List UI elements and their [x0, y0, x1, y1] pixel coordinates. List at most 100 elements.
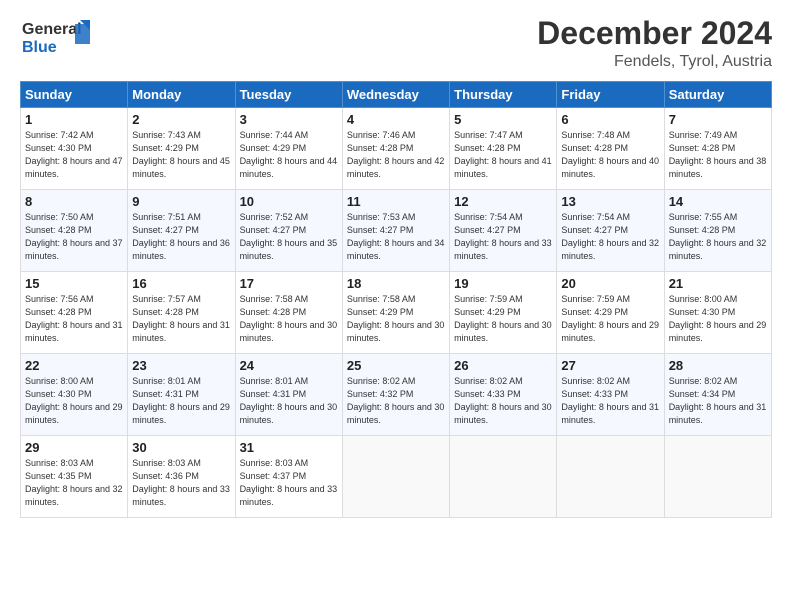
month-title: December 2024 — [537, 16, 772, 51]
cell-details: Sunrise: 7:50 AMSunset: 4:28 PMDaylight:… — [25, 211, 123, 263]
calendar-cell: 11 Sunrise: 7:53 AMSunset: 4:27 PMDayligh… — [342, 190, 449, 272]
col-header-monday: Monday — [128, 82, 235, 108]
calendar-week-2: 8 Sunrise: 7:50 AMSunset: 4:28 PMDaylight… — [21, 190, 772, 272]
cell-details: Sunrise: 7:56 AMSunset: 4:28 PMDaylight:… — [25, 293, 123, 345]
calendar-cell: 20Sunrise: 7:59 AMSunset: 4:29 PMDayligh… — [557, 272, 664, 354]
cell-details: Sunrise: 7:58 AMSunset: 4:29 PMDaylight:… — [347, 293, 445, 345]
cell-details: Sunrise: 7:54 AMSunset: 4:27 PMDaylight:… — [561, 211, 659, 263]
cell-details: Sunrise: 7:58 AMSunset: 4:28 PMDaylight:… — [240, 293, 338, 345]
cell-details: Sunrise: 8:02 AMSunset: 4:34 PMDaylight:… — [669, 375, 767, 427]
calendar-cell: 30 Sunrise: 8:03 AMSunset: 4:36 PMDayligh… — [128, 436, 235, 518]
day-number: 28 — [669, 358, 767, 373]
calendar-cell: 29 Sunrise: 8:03 AMSunset: 4:35 PMDayligh… — [21, 436, 128, 518]
calendar-cell: 16 Sunrise: 7:57 AMSunset: 4:28 PMDayligh… — [128, 272, 235, 354]
calendar-week-4: 22 Sunrise: 8:00 AMSunset: 4:30 PMDayligh… — [21, 354, 772, 436]
calendar-cell: 31 Sunrise: 8:03 AMSunset: 4:37 PMDayligh… — [235, 436, 342, 518]
calendar-cell: 9Sunrise: 7:51 AMSunset: 4:27 PMDaylight… — [128, 190, 235, 272]
calendar-cell: 5 Sunrise: 7:47 AMSunset: 4:28 PMDaylight… — [450, 108, 557, 190]
day-number: 14 — [669, 194, 767, 209]
day-number: 4 — [347, 112, 445, 127]
calendar-cell: 15 Sunrise: 7:56 AMSunset: 4:28 PMDayligh… — [21, 272, 128, 354]
col-header-wednesday: Wednesday — [342, 82, 449, 108]
calendar-cell: 8 Sunrise: 7:50 AMSunset: 4:28 PMDaylight… — [21, 190, 128, 272]
svg-text:Blue: Blue — [22, 39, 57, 56]
cell-details: Sunrise: 8:03 AMSunset: 4:37 PMDaylight:… — [240, 457, 338, 509]
day-number: 24 — [240, 358, 338, 373]
logo: General Blue — [20, 16, 90, 63]
cell-details: Sunrise: 7:42 AMSunset: 4:30 PMDaylight:… — [25, 129, 123, 181]
cell-details: Sunrise: 8:03 AMSunset: 4:36 PMDaylight:… — [132, 457, 230, 509]
calendar-cell: 27 Sunrise: 8:02 AMSunset: 4:33 PMDayligh… — [557, 354, 664, 436]
day-number: 7 — [669, 112, 767, 127]
calendar-header-row: SundayMondayTuesdayWednesdayThursdayFrid… — [21, 82, 772, 108]
day-number: 31 — [240, 440, 338, 455]
cell-details: Sunrise: 7:46 AMSunset: 4:28 PMDaylight:… — [347, 129, 445, 181]
day-number: 30 — [132, 440, 230, 455]
cell-details: Sunrise: 7:48 AMSunset: 4:28 PMDaylight:… — [561, 129, 659, 181]
calendar-week-3: 15 Sunrise: 7:56 AMSunset: 4:28 PMDayligh… — [21, 272, 772, 354]
calendar-cell: 28 Sunrise: 8:02 AMSunset: 4:34 PMDayligh… — [664, 354, 771, 436]
day-number: 16 — [132, 276, 230, 291]
cell-details: Sunrise: 8:02 AMSunset: 4:33 PMDaylight:… — [454, 375, 552, 427]
cell-details: Sunrise: 8:00 AMSunset: 4:30 PMDaylight:… — [25, 375, 123, 427]
calendar-cell: 21Sunrise: 8:00 AMSunset: 4:30 PMDayligh… — [664, 272, 771, 354]
cell-details: Sunrise: 7:53 AMSunset: 4:27 PMDaylight:… — [347, 211, 445, 263]
logo-area: General Blue — [20, 16, 90, 63]
day-number: 3 — [240, 112, 338, 127]
calendar-cell: 2Sunrise: 7:43 AMSunset: 4:29 PMDaylight… — [128, 108, 235, 190]
cell-details: Sunrise: 8:02 AMSunset: 4:33 PMDaylight:… — [561, 375, 659, 427]
cell-details: Sunrise: 8:01 AMSunset: 4:31 PMDaylight:… — [132, 375, 230, 427]
calendar-cell: 22 Sunrise: 8:00 AMSunset: 4:30 PMDayligh… — [21, 354, 128, 436]
calendar-cell: 26Sunrise: 8:02 AMSunset: 4:33 PMDayligh… — [450, 354, 557, 436]
day-number: 8 — [25, 194, 123, 209]
calendar-cell: 13 Sunrise: 7:54 AMSunset: 4:27 PMDayligh… — [557, 190, 664, 272]
cell-details: Sunrise: 8:01 AMSunset: 4:31 PMDaylight:… — [240, 375, 338, 427]
calendar-cell: 19 Sunrise: 7:59 AMSunset: 4:29 PMDayligh… — [450, 272, 557, 354]
day-number: 29 — [25, 440, 123, 455]
col-header-saturday: Saturday — [664, 82, 771, 108]
day-number: 25 — [347, 358, 445, 373]
col-header-friday: Friday — [557, 82, 664, 108]
day-number: 5 — [454, 112, 552, 127]
page: General Blue December 2024 Fendels, Tyro… — [0, 0, 792, 612]
calendar-cell: 25 Sunrise: 8:02 AMSunset: 4:32 PMDayligh… — [342, 354, 449, 436]
calendar-cell: 14Sunrise: 7:55 AMSunset: 4:28 PMDayligh… — [664, 190, 771, 272]
day-number: 19 — [454, 276, 552, 291]
day-number: 11 — [347, 194, 445, 209]
day-number: 13 — [561, 194, 659, 209]
calendar-week-1: 1Sunrise: 7:42 AMSunset: 4:30 PMDaylight… — [21, 108, 772, 190]
calendar-cell — [664, 436, 771, 518]
day-number: 23 — [132, 358, 230, 373]
cell-details: Sunrise: 7:47 AMSunset: 4:28 PMDaylight:… — [454, 129, 552, 181]
calendar-week-5: 29 Sunrise: 8:03 AMSunset: 4:35 PMDayligh… — [21, 436, 772, 518]
cell-details: Sunrise: 7:57 AMSunset: 4:28 PMDaylight:… — [132, 293, 230, 345]
cell-details: Sunrise: 8:02 AMSunset: 4:32 PMDaylight:… — [347, 375, 445, 427]
calendar-cell — [557, 436, 664, 518]
cell-details: Sunrise: 7:44 AMSunset: 4:29 PMDaylight:… — [240, 129, 338, 181]
day-number: 2 — [132, 112, 230, 127]
col-header-thursday: Thursday — [450, 82, 557, 108]
svg-text:General: General — [22, 21, 82, 38]
cell-details: Sunrise: 7:52 AMSunset: 4:27 PMDaylight:… — [240, 211, 338, 263]
day-number: 6 — [561, 112, 659, 127]
calendar-cell: 24 Sunrise: 8:01 AMSunset: 4:31 PMDayligh… — [235, 354, 342, 436]
calendar-cell — [450, 436, 557, 518]
cell-details: Sunrise: 7:59 AMSunset: 4:29 PMDaylight:… — [454, 293, 552, 345]
cell-details: Sunrise: 8:03 AMSunset: 4:35 PMDaylight:… — [25, 457, 123, 509]
col-header-tuesday: Tuesday — [235, 82, 342, 108]
header: General Blue December 2024 Fendels, Tyro… — [20, 16, 772, 71]
calendar-cell: 23 Sunrise: 8:01 AMSunset: 4:31 PMDayligh… — [128, 354, 235, 436]
day-number: 15 — [25, 276, 123, 291]
day-number: 27 — [561, 358, 659, 373]
day-number: 10 — [240, 194, 338, 209]
day-number: 17 — [240, 276, 338, 291]
cell-details: Sunrise: 7:59 AMSunset: 4:29 PMDaylight:… — [561, 293, 659, 345]
calendar: SundayMondayTuesdayWednesdayThursdayFrid… — [20, 81, 772, 518]
title-area: December 2024 Fendels, Tyrol, Austria — [537, 16, 772, 71]
calendar-cell: 18 Sunrise: 7:58 AMSunset: 4:29 PMDayligh… — [342, 272, 449, 354]
day-number: 18 — [347, 276, 445, 291]
day-number: 21 — [669, 276, 767, 291]
day-number: 22 — [25, 358, 123, 373]
location: Fendels, Tyrol, Austria — [537, 53, 772, 71]
calendar-cell: 6 Sunrise: 7:48 AMSunset: 4:28 PMDaylight… — [557, 108, 664, 190]
